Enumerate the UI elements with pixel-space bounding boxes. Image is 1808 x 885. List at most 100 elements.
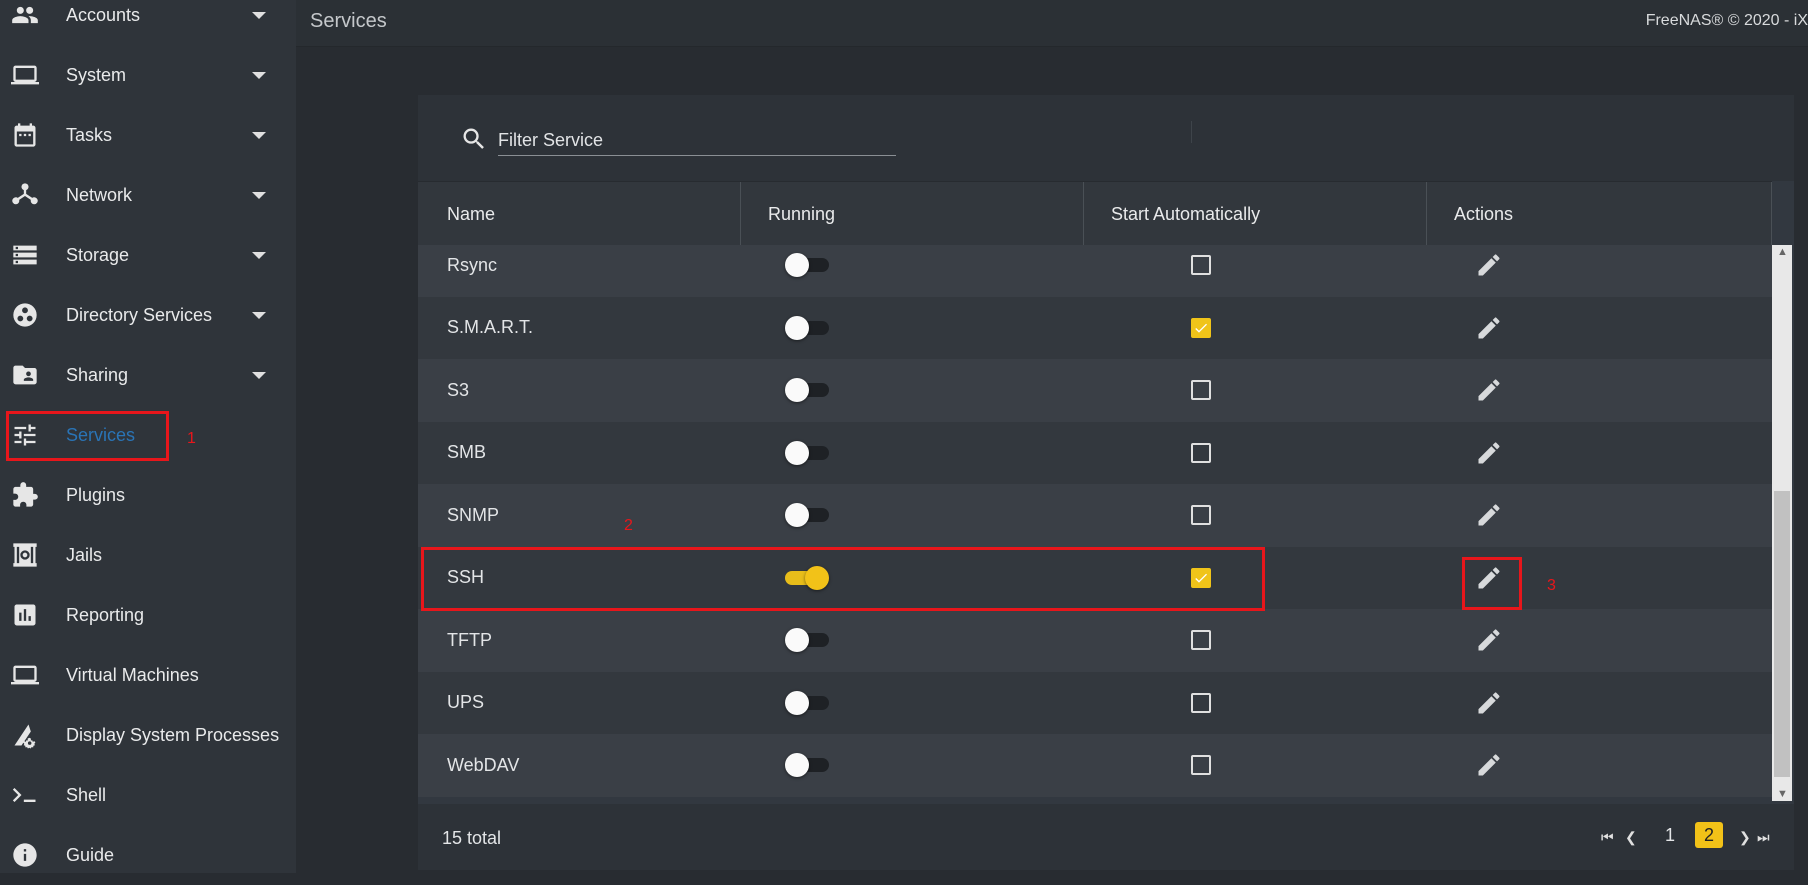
column-header-running[interactable]: Running [768,182,835,246]
running-toggle[interactable] [785,690,829,715]
running-toggle[interactable] [785,378,829,403]
processes-icon [11,721,39,749]
chevron-down-icon[interactable] [252,131,266,139]
sidebar-item-label: Virtual Machines [66,664,199,685]
sidebar-item-jails[interactable]: Jails [0,525,296,585]
sidebar-item-label: Jails [66,544,103,565]
sidebar-item-virtual-machines[interactable]: Virtual Machines [0,645,296,705]
start-automatically-checkbox[interactable] [1191,317,1211,338]
scroll-up-icon[interactable]: ▲ [1777,247,1788,258]
table-row: S3 [418,359,1772,422]
chevron-down-icon[interactable] [252,371,266,379]
previous-page-icon[interactable]: ❮ [1625,829,1637,846]
page-1-button[interactable]: 1 [1656,822,1684,848]
start-automatically-checkbox[interactable] [1191,630,1211,651]
sidebar-item-system[interactable]: System [0,45,296,105]
services-table-body: Rsync S.M.A.R.T. S3 SMB SNMP SSH TFTP UPS WebDAV [418,245,1772,801]
chevron-down-icon[interactable] [252,311,266,319]
sidebar-item-storage[interactable]: Storage [0,225,296,285]
start-automatically-checkbox[interactable] [1191,755,1211,776]
column-header-actions[interactable]: Actions [1454,182,1513,246]
table-header: Name Running Start Automatically Actions [418,181,1772,246]
start-automatically-checkbox[interactable] [1191,442,1211,463]
sidebar-item-sharing[interactable]: Sharing [0,345,296,405]
column-divider [1083,182,1084,246]
table-row: SNMP [418,484,1772,547]
annotation-number-2: 2 [624,517,633,534]
service-name: SMB [447,442,487,463]
start-automatically-checkbox[interactable] [1191,380,1211,401]
edit-pencil-icon[interactable] [1475,689,1503,717]
annotation-box-services [6,411,169,461]
table-row: SMB [418,421,1772,484]
running-toggle[interactable] [785,315,829,340]
edit-pencil-icon[interactable] [1475,626,1503,654]
start-automatically-checkbox[interactable] [1191,692,1211,713]
edit-pencil-icon[interactable] [1475,439,1503,467]
service-name: SNMP [447,504,500,525]
chevron-down-icon[interactable] [252,11,266,19]
edit-pencil-icon[interactable] [1475,376,1503,404]
sidebar-item-accounts[interactable]: Accounts [0,0,296,45]
console-icon [11,781,39,809]
last-page-icon[interactable]: ⏭ [1757,829,1770,846]
first-page-icon[interactable]: ⏮ [1601,829,1614,846]
page-2-button[interactable]: 2 [1695,822,1723,848]
sidebar-item-label: Network [66,184,133,205]
jail-icon [11,541,39,569]
sidebar-item-shell[interactable]: Shell [0,765,296,825]
sidebar-item-label: Shell [66,784,107,805]
edit-pencil-icon[interactable] [1475,501,1503,529]
running-toggle[interactable] [785,628,829,653]
chevron-down-icon[interactable] [252,191,266,199]
sidebar-item-directory-services[interactable]: Directory Services [0,285,296,345]
scroll-thumb[interactable] [1774,491,1790,777]
annotation-number-3: 3 [1547,577,1556,594]
sidebar-item-display-system-processes[interactable]: Display System Processes [0,705,296,765]
service-name: TFTP [447,629,492,650]
sidebar-item-reporting[interactable]: Reporting [0,585,296,645]
copyright-text: FreeNAS® © 2020 - iX [1645,12,1808,29]
chart-icon [11,601,39,629]
storage-icon [11,241,39,269]
filter-service-input[interactable] [498,125,896,156]
services-card: Name Running Start Automatically Actions… [418,95,1794,870]
chevron-down-icon[interactable] [252,71,266,79]
column-header-name[interactable]: Name [447,182,495,246]
shared-folder-icon [11,361,39,389]
total-count: 15 total [442,828,502,848]
puzzle-icon [11,481,39,509]
edit-pencil-icon[interactable] [1475,314,1503,342]
scroll-down-icon[interactable]: ▼ [1777,789,1788,800]
start-automatically-checkbox[interactable] [1191,505,1211,526]
column-divider [1771,182,1772,246]
start-automatically-checkbox[interactable] [1191,255,1211,276]
sidebar-item-plugins[interactable]: Plugins [0,465,296,525]
table-scrollbar[interactable]: ▲ ▼ [1772,245,1792,801]
table-row: TFTP [418,609,1772,672]
sidebar-item-network[interactable]: Network [0,165,296,225]
edit-pencil-icon[interactable] [1475,251,1503,279]
service-name: S.M.A.R.T. [447,317,534,338]
sidebar-item-label: Display System Processes [66,724,280,745]
sidebar-item-label: Guide [66,844,115,865]
sidebar-item-tasks[interactable]: Tasks [0,105,296,165]
table-footer: 15 total ⏮ ❮ 1 2 ❯ ⏭ [418,804,1794,870]
running-toggle[interactable] [785,440,829,465]
chevron-down-icon[interactable] [252,251,266,259]
annotation-box-ssh-row [421,547,1265,611]
running-toggle[interactable] [785,503,829,528]
sidebar-item-label: Directory Services [66,304,213,325]
annotation-number-1: 1 [187,430,196,447]
running-toggle[interactable] [785,753,829,778]
sidebar-item-guide[interactable]: Guide [0,825,296,885]
running-toggle[interactable] [785,253,829,278]
divider [1191,121,1192,143]
edit-pencil-icon[interactable] [1475,751,1503,779]
service-name: S3 [447,379,470,400]
service-name: UPS [447,692,485,713]
next-page-icon[interactable]: ❯ [1739,829,1751,846]
column-header-start-automatically[interactable]: Start Automatically [1111,182,1260,246]
info-icon [11,841,39,869]
filter-bar [418,95,1794,181]
